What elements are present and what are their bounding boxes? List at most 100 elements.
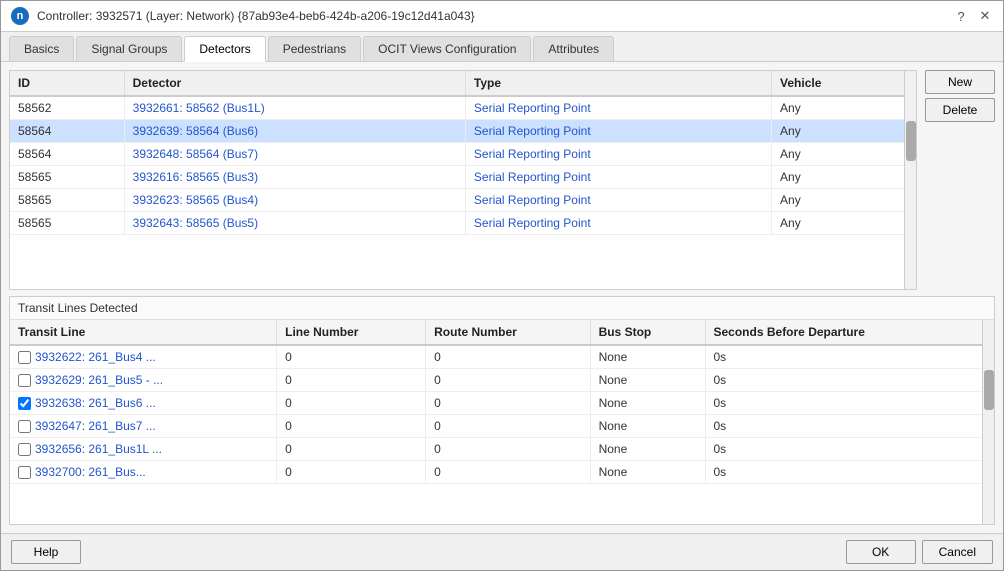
cell-detector: 3932661: 58562 (Bus1L) <box>124 96 465 120</box>
table-row[interactable]: 58565 3932643: 58565 (Bus5) Serial Repor… <box>10 212 904 235</box>
bus-stop: None <box>590 345 705 369</box>
app-icon: n <box>11 7 29 25</box>
transit-checkbox[interactable] <box>18 420 31 433</box>
tab-basics[interactable]: Basics <box>9 36 74 61</box>
title-bar-right: ? ✕ <box>953 8 993 24</box>
transit-checkbox[interactable] <box>18 466 31 479</box>
list-item[interactable]: 3932622: 261_Bus4 ... 0 0 None 0s <box>10 345 982 369</box>
main-table-scroll[interactable]: ID Detector Type Vehicle 58562 3932661: … <box>10 71 904 289</box>
footer-right: OK Cancel <box>846 540 993 564</box>
line-number: 0 <box>277 345 426 369</box>
tab-signal-groups[interactable]: Signal Groups <box>76 36 182 61</box>
main-table-wrapper: ID Detector Type Vehicle 58562 3932661: … <box>10 71 916 289</box>
route-number: 0 <box>426 392 590 415</box>
table-row[interactable]: 58565 3932623: 58565 (Bus4) Serial Repor… <box>10 189 904 212</box>
cell-id: 58565 <box>10 189 124 212</box>
col-type: Type <box>465 71 771 96</box>
close-icon[interactable]: ✕ <box>977 8 993 24</box>
col-line-number: Line Number <box>277 320 426 345</box>
cell-id: 58564 <box>10 143 124 166</box>
route-number: 0 <box>426 415 590 438</box>
transit-scrollbar[interactable] <box>982 320 994 524</box>
main-table-header: ID Detector Type Vehicle <box>10 71 904 96</box>
cell-type: Serial Reporting Point <box>465 189 771 212</box>
seconds-before: 0s <box>705 392 982 415</box>
title-bar: n Controller: 3932571 (Layer: Network) {… <box>1 1 1003 32</box>
bus-stop: None <box>590 438 705 461</box>
cancel-button[interactable]: Cancel <box>922 540 993 564</box>
cell-type: Serial Reporting Point <box>465 96 771 120</box>
cell-type: Serial Reporting Point <box>465 212 771 235</box>
list-item[interactable]: 3932638: 261_Bus6 ... 0 0 None 0s <box>10 392 982 415</box>
col-route-number: Route Number <box>426 320 590 345</box>
help-button[interactable]: Help <box>11 540 81 564</box>
col-vehicle: Vehicle <box>772 71 904 96</box>
top-section: ID Detector Type Vehicle 58562 3932661: … <box>9 70 995 290</box>
table-row[interactable]: 58564 3932648: 58564 (Bus7) Serial Repor… <box>10 143 904 166</box>
cell-type: Serial Reporting Point <box>465 120 771 143</box>
help-icon[interactable]: ? <box>953 8 969 24</box>
bus-stop: None <box>590 461 705 484</box>
main-table-container: ID Detector Type Vehicle 58562 3932661: … <box>9 70 917 290</box>
cell-vehicle: Any <box>772 120 904 143</box>
cell-type: Serial Reporting Point <box>465 143 771 166</box>
scrollbar-thumb[interactable] <box>906 121 916 161</box>
route-number: 0 <box>426 345 590 369</box>
tab-pedestrians[interactable]: Pedestrians <box>268 36 361 61</box>
seconds-before: 0s <box>705 345 982 369</box>
ok-button[interactable]: OK <box>846 540 916 564</box>
tab-detectors[interactable]: Detectors <box>184 36 265 62</box>
transit-checkbox[interactable] <box>18 351 31 364</box>
cell-type: Serial Reporting Point <box>465 166 771 189</box>
transit-header: Transit Lines Detected <box>10 297 994 320</box>
bus-stop: None <box>590 369 705 392</box>
cell-vehicle: Any <box>772 96 904 120</box>
bus-stop: None <box>590 392 705 415</box>
line-number: 0 <box>277 369 426 392</box>
list-item[interactable]: 3932656: 261_Bus1L ... 0 0 None 0s <box>10 438 982 461</box>
transit-checkbox[interactable] <box>18 374 31 387</box>
cell-vehicle: Any <box>772 166 904 189</box>
table-row[interactable]: 58565 3932616: 58565 (Bus3) Serial Repor… <box>10 166 904 189</box>
cell-vehicle: Any <box>772 143 904 166</box>
list-item[interactable]: 3932647: 261_Bus7 ... 0 0 None 0s <box>10 415 982 438</box>
transit-scrollbar-thumb[interactable] <box>984 370 994 410</box>
transit-line-name: 3932700: 261_Bus... <box>10 461 277 484</box>
cell-detector: 3932623: 58565 (Bus4) <box>124 189 465 212</box>
transit-checkbox[interactable] <box>18 443 31 456</box>
main-table-scrollbar[interactable] <box>904 71 916 289</box>
main-window: n Controller: 3932571 (Layer: Network) {… <box>0 0 1004 571</box>
col-seconds: Seconds Before Departure <box>705 320 982 345</box>
line-number: 0 <box>277 461 426 484</box>
tab-attributes[interactable]: Attributes <box>533 36 614 61</box>
transit-line-name: 3932656: 261_Bus1L ... <box>10 438 277 461</box>
bottom-table-scroll[interactable]: Transit Line Line Number Route Number Bu… <box>10 320 982 524</box>
cell-detector: 3932648: 58564 (Bus7) <box>124 143 465 166</box>
footer: Help OK Cancel <box>1 533 1003 570</box>
col-transit-line: Transit Line <box>10 320 277 345</box>
new-button[interactable]: New <box>925 70 995 94</box>
seconds-before: 0s <box>705 415 982 438</box>
tab-bar: Basics Signal Groups Detectors Pedestria… <box>1 32 1003 62</box>
cell-vehicle: Any <box>772 212 904 235</box>
tab-ocit-views[interactable]: OCIT Views Configuration <box>363 36 531 61</box>
line-number: 0 <box>277 438 426 461</box>
seconds-before: 0s <box>705 438 982 461</box>
seconds-before: 0s <box>705 369 982 392</box>
table-row[interactable]: 58564 3932639: 58564 (Bus6) Serial Repor… <box>10 120 904 143</box>
col-bus-stop: Bus Stop <box>590 320 705 345</box>
route-number: 0 <box>426 438 590 461</box>
bus-stop: None <box>590 415 705 438</box>
route-number: 0 <box>426 461 590 484</box>
cell-id: 58562 <box>10 96 124 120</box>
col-id: ID <box>10 71 124 96</box>
cell-detector: 3932643: 58565 (Bus5) <box>124 212 465 235</box>
list-item[interactable]: 3932629: 261_Bus5 - ... 0 0 None 0s <box>10 369 982 392</box>
table-row[interactable]: 58562 3932661: 58562 (Bus1L) Serial Repo… <box>10 96 904 120</box>
transit-checkbox[interactable] <box>18 397 31 410</box>
cell-detector: 3932639: 58564 (Bus6) <box>124 120 465 143</box>
transit-line-name: 3932647: 261_Bus7 ... <box>10 415 277 438</box>
transit-line-name: 3932629: 261_Bus5 - ... <box>10 369 277 392</box>
list-item[interactable]: 3932700: 261_Bus... 0 0 None 0s <box>10 461 982 484</box>
delete-button[interactable]: Delete <box>925 98 995 122</box>
